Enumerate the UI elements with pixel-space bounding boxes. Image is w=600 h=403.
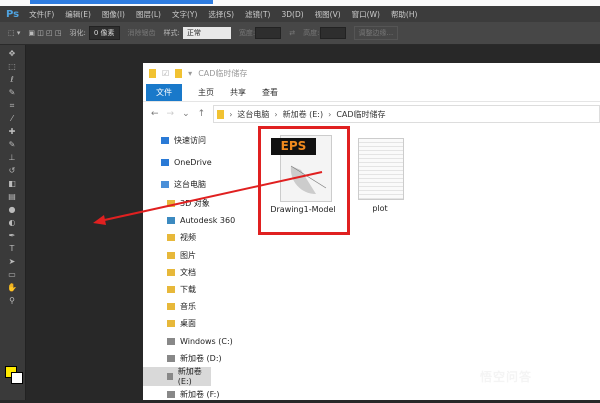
arrow-head — [93, 215, 106, 225]
arrow-line — [99, 171, 323, 222]
drag-arrow — [93, 171, 323, 225]
watermark: 悟空问答 — [480, 370, 533, 384]
